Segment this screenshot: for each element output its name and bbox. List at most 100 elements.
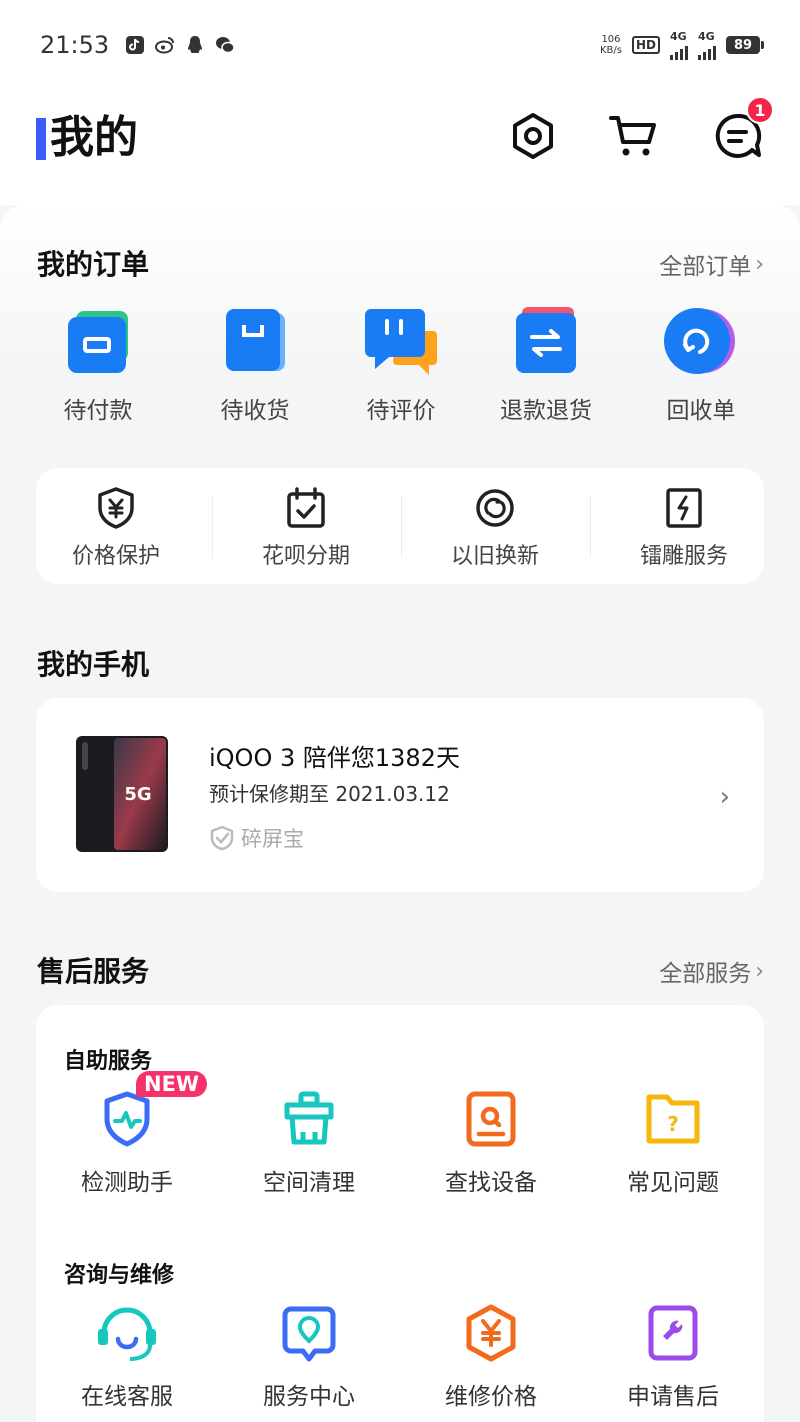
signal-icon [698,42,716,60]
diagnose-icon [104,1091,150,1147]
order-item-label: 待付款 [63,398,133,424]
perk-laser-engrave[interactable]: 镭雕服务 [599,486,769,570]
trade-in-icon [476,489,514,527]
headset-icon [98,1307,156,1361]
order-pending-payment[interactable]: 待付款 [28,305,168,425]
chevron-right-icon: › [755,958,764,984]
status-left: 21:53 [40,31,235,59]
my-phone-card[interactable]: 5G iQOO 3 陪伴您1382天 预计保修期至 2021.03.12 碎屏宝… [36,698,764,892]
order-item-label: 待收货 [220,398,290,424]
service-cleanup[interactable]: 空间清理 [218,1089,400,1197]
perk-installment[interactable]: 花呗分期 [221,486,391,570]
wrench-icon [648,1305,698,1361]
order-status-row: 待付款 待收货 待评价 退款退货 回收单 [0,305,800,445]
perk-label: 镭雕服务 [639,544,728,569]
service-apply-after-sales[interactable]: 申请售后 [582,1303,764,1411]
box-icon [226,309,285,371]
sim2-indicator: 4G [698,31,716,60]
qq-icon [188,36,203,53]
page-header: 我的 [0,90,800,205]
after-sales-card: 自助服务 NEW 检测助手 空间清理 查找设备 ? 常见问题 咨询与维修 在线客… [36,1005,764,1422]
service-label: 检测助手 [81,1170,173,1196]
perk-label: 花呗分期 [261,544,350,569]
order-pending-review[interactable]: 待评价 [331,305,471,425]
battery-indicator: 89 [726,36,764,54]
net-speed: 106 KB/s [600,34,622,56]
faq-icon: ? [646,1094,700,1144]
self-service-title: 自助服务 [64,1049,153,1074]
perk-label: 以旧换新 [450,544,539,569]
divider [590,496,591,558]
status-right: 106 KB/s HD 4G 4G 89 [600,31,764,60]
cart-icon[interactable] [607,110,659,162]
find-device-icon [466,1091,516,1147]
all-services-label: 全部服务 [659,961,752,987]
net-speed-value: 106 [601,34,621,45]
sim1-indicator: 4G [670,31,688,60]
phone-image: 5G [76,736,168,852]
shield-check-icon [210,825,234,851]
service-label: 查找设备 [445,1170,537,1196]
after-sales-title: 售后服务 [37,955,150,988]
all-orders-link[interactable]: 全部订单 › [659,247,764,281]
order-refund[interactable]: 退款退货 [476,305,616,425]
perk-trade-in[interactable]: 以旧换新 [410,486,580,570]
price-protect-icon [98,487,134,529]
divider [212,496,213,558]
service-repair-price[interactable]: 维修价格 [400,1303,582,1411]
all-orders-label: 全部订单 [659,254,752,280]
service-center[interactable]: 服务中心 [218,1303,400,1411]
repair-price-icon [466,1304,516,1362]
all-services-link[interactable]: 全部服务 › [659,954,764,988]
wechat-icon [216,37,235,54]
main-content: 我的订单 全部订单 › 待付款 待收货 待评价 退款退货 回收单 价格保护 花呗… [0,205,800,1422]
order-item-label: 待评价 [366,398,436,424]
order-pending-receipt[interactable]: 待收货 [185,305,325,425]
screen-protection-plan: 碎屏宝 [209,823,304,853]
comment-icon [365,309,437,375]
status-bar: 21:53 106 KB/s HD 4G 4G 89 [0,0,800,90]
settings-icon[interactable] [507,110,559,162]
service-label: 服务中心 [263,1384,355,1410]
order-item-label: 回收单 [666,398,736,424]
perk-label: 价格保护 [71,544,160,569]
consult-repair-title: 咨询与维修 [64,1263,175,1288]
service-online-support[interactable]: 在线客服 [36,1303,218,1411]
net-speed-unit: KB/s [599,45,622,56]
clock: 21:53 [40,31,110,59]
sim2-label: 4G [698,29,715,43]
recycle-icon [664,308,735,374]
laser-engrave-icon [666,488,702,528]
tiktok-icon [126,36,145,54]
perk-price-protection[interactable]: 价格保护 [31,486,201,570]
orders-title: 我的订单 [37,248,150,281]
sim1-label: 4G [670,29,687,43]
wallet-icon [68,311,128,373]
service-faq[interactable]: ? 常见问题 [582,1089,764,1197]
location-icon [282,1306,336,1362]
order-recycle[interactable]: 回收单 [631,305,771,425]
service-label: 空间清理 [263,1170,355,1196]
chevron-right-icon: › [755,251,764,277]
plan-label: 碎屏宝 [241,827,304,851]
chevron-right-icon: › [719,782,730,812]
phone-name: iQOO 3 陪伴您1382天 [209,744,460,772]
new-tag: NEW [136,1071,208,1097]
hd-indicator: HD [631,36,660,54]
weibo-icon [155,37,175,54]
page-title: 我的 [36,114,138,162]
service-label: 在线客服 [81,1384,173,1410]
divider [401,496,402,558]
phone-warranty: 预计保修期至 2021.03.12 [209,782,450,806]
signal-icon [670,42,688,60]
service-label: 常见问题 [627,1170,719,1196]
service-diagnose[interactable]: NEW 检测助手 [36,1071,218,1197]
order-item-label: 退款退货 [500,398,592,424]
service-find-device[interactable]: 查找设备 [400,1089,582,1197]
my-phone-title: 我的手机 [37,648,150,681]
refund-icon [516,307,576,373]
message-badge: 1 [746,96,774,124]
installment-icon [287,487,325,528]
service-label: 维修价格 [445,1384,537,1410]
phone-badge: 5G [124,784,151,805]
